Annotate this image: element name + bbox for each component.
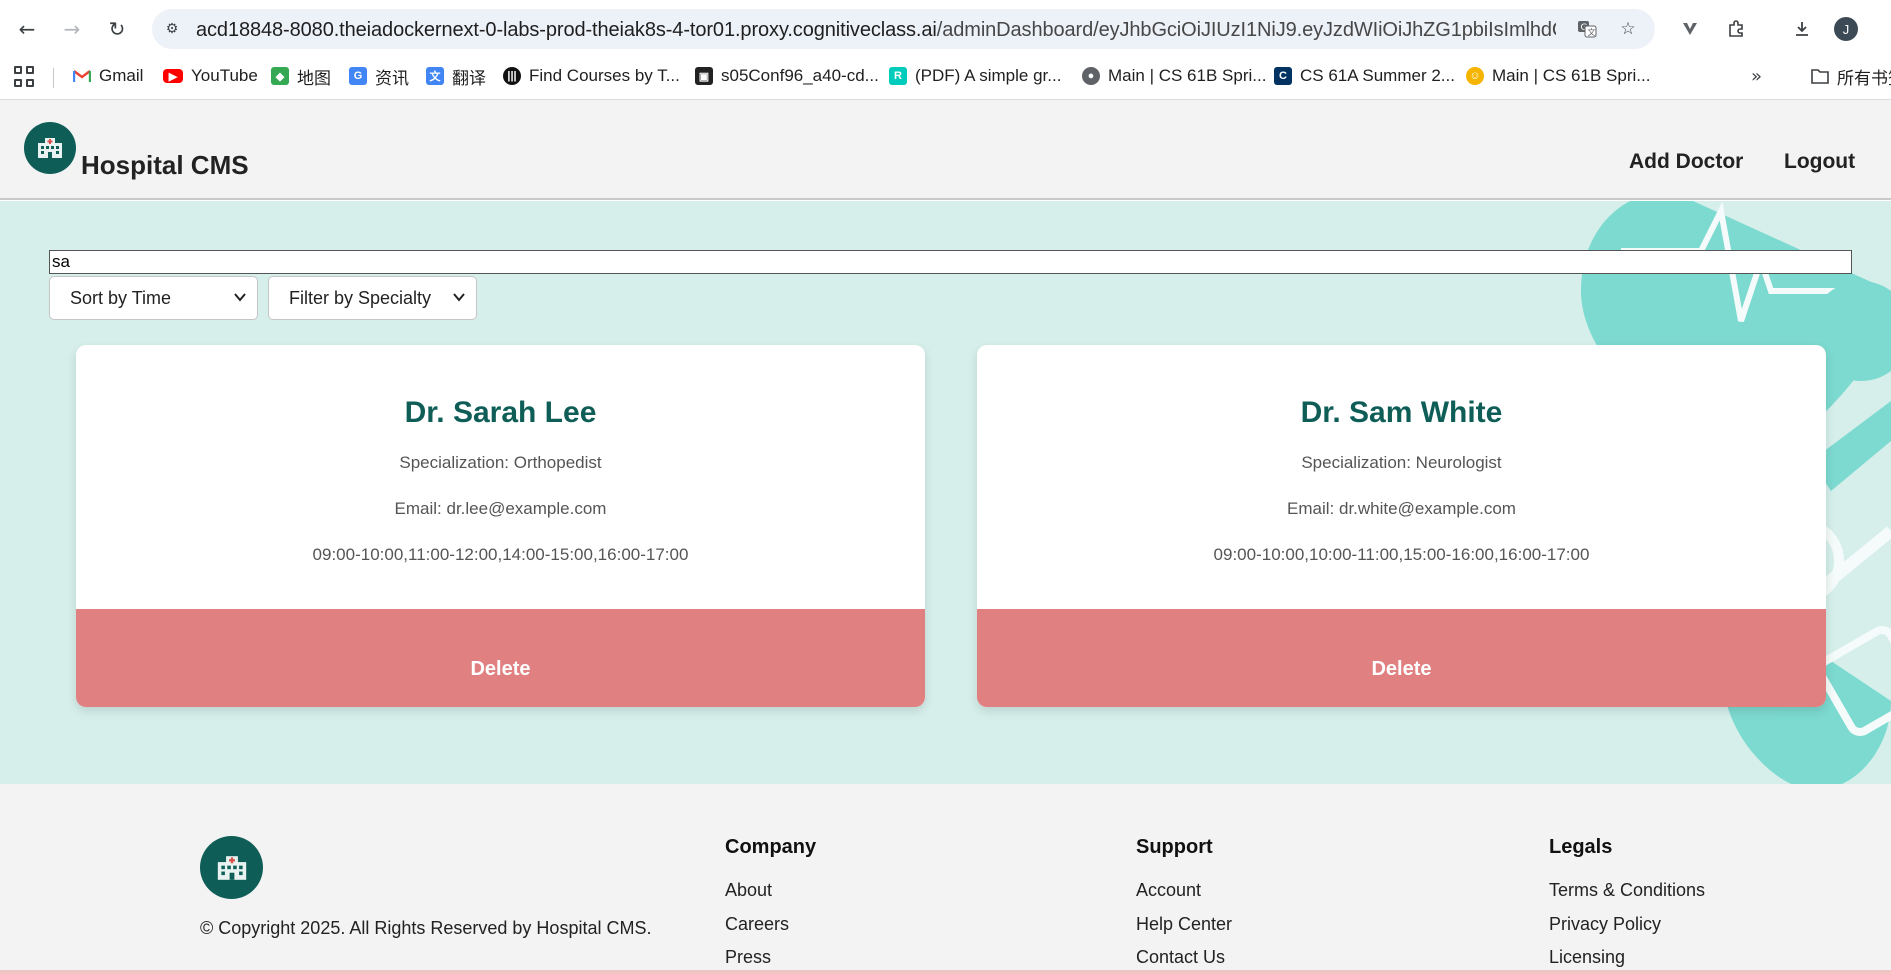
filter-select-label: Filter by Specialty — [289, 287, 432, 308]
delete-doctor-button[interactable]: Delete — [977, 609, 1826, 707]
page-bottom-edge — [0, 970, 1891, 974]
maps-icon: ◆ — [271, 67, 289, 85]
bookmark-label: 翻译 — [452, 68, 486, 88]
site-footer: © Copyright 2025. All Rights Reserved by… — [0, 784, 1891, 974]
footer-link-press[interactable]: Press — [725, 947, 771, 968]
bookmark-find-courses[interactable]: ||| Find Courses by T... — [503, 64, 680, 88]
courses-icon: ||| — [503, 67, 521, 85]
conf-icon: ▣ — [695, 67, 713, 85]
delete-doctor-button[interactable]: Delete — [76, 609, 925, 707]
bookmark-cs61b-2[interactable]: ☺ Main | CS 61B Spri... — [1466, 64, 1650, 88]
logout-link[interactable]: Logout — [1784, 150, 1855, 174]
bookmark-translate[interactable]: 文 翻译 — [426, 64, 486, 88]
specialty-filter-select[interactable]: Filter by Specialty — [268, 276, 477, 320]
translate-page-icon[interactable]: G文 — [1576, 18, 1598, 40]
footer-link-help-center[interactable]: Help Center — [1136, 914, 1232, 935]
footer-heading-company: Company — [725, 836, 817, 858]
doctor-name: Dr. Sam White — [1300, 396, 1503, 429]
download-icon[interactable] — [1788, 15, 1816, 43]
footer-link-terms[interactable]: Terms & Conditions — [1549, 880, 1705, 901]
footer-logo[interactable] — [200, 836, 263, 899]
sort-select-label: Sort by Time — [70, 287, 172, 308]
forward-icon[interactable]: → — [57, 14, 87, 44]
hospital-building-icon — [217, 855, 246, 880]
bookmark-label: 所有书签 — [1837, 68, 1891, 88]
back-icon[interactable]: ← — [12, 14, 42, 44]
bookmark-cs61b-1[interactable]: ● Main | CS 61B Spri... — [1082, 64, 1266, 88]
doctor-name: Dr. Sarah Lee — [404, 396, 597, 429]
hospital-building-icon — [38, 138, 62, 158]
doctor-specialization: Specialization: Neurologist — [1301, 453, 1502, 472]
reload-icon[interactable]: ↻ — [102, 14, 132, 44]
address-bar[interactable]: ⚙ acd18848-8080.theiadockernext-0-labs-p… — [152, 9, 1655, 49]
bookmark-label: Gmail — [99, 66, 144, 85]
bookmark-label: CS 61A Summer 2... — [1300, 66, 1455, 85]
bookmark-label: YouTube — [191, 66, 258, 85]
all-bookmarks-folder[interactable]: 所有书签 — [1811, 64, 1891, 88]
footer-link-account[interactable]: Account — [1136, 880, 1201, 901]
footer-heading-support: Support — [1136, 836, 1213, 858]
doctor-email: Email: dr.lee@example.com — [394, 499, 607, 518]
bookmark-news[interactable]: G 资讯 — [349, 64, 409, 88]
bookmark-youtube[interactable]: ▶ YouTube — [163, 64, 258, 88]
bookmark-label: 资讯 — [375, 68, 409, 88]
doctor-card: Dr. Sam White Specialization: Neurologis… — [977, 345, 1826, 707]
bookmark-label: 地图 — [297, 68, 331, 88]
bookmarks-divider — [53, 68, 54, 88]
cal-icon: C — [1274, 67, 1292, 85]
doctor-card: Dr. Sarah Lee Specialization: Orthopedis… — [76, 345, 925, 707]
chevron-down-icon — [453, 293, 465, 302]
add-doctor-link[interactable]: Add Doctor — [1629, 150, 1743, 174]
bookmark-pdf[interactable]: R (PDF) A simple gr... — [889, 64, 1061, 88]
sort-select[interactable]: Sort by Time — [49, 276, 258, 320]
footer-link-licensing[interactable]: Licensing — [1549, 947, 1625, 968]
bookmark-label: Find Courses by T... — [529, 66, 680, 85]
footer-heading-legals: Legals — [1549, 836, 1613, 858]
emoji-icon: ☺ — [1466, 67, 1484, 85]
search-input[interactable] — [49, 250, 1852, 274]
bookmark-label: Main | CS 61B Spri... — [1492, 66, 1651, 85]
more-bookmarks-icon[interactable]: » — [1751, 64, 1762, 88]
bookmark-star-icon[interactable]: ☆ — [1617, 18, 1639, 40]
profile-avatar[interactable]: J — [1834, 17, 1858, 41]
doctor-specialization: Specialization: Orthopedist — [399, 453, 602, 472]
profile-initial: J — [1842, 21, 1850, 37]
news-icon: G — [349, 67, 367, 85]
hospital-logo[interactable] — [24, 122, 76, 174]
extensions-puzzle-icon[interactable] — [1722, 15, 1750, 43]
bookmark-gmail[interactable]: Gmail — [73, 64, 143, 88]
footer-link-privacy[interactable]: Privacy Policy — [1549, 914, 1661, 935]
bookmark-cs61a[interactable]: C CS 61A Summer 2... — [1274, 64, 1455, 88]
brand-title: Hospital CMS — [81, 150, 249, 180]
site-header: Hospital CMS Add Doctor Logout — [0, 100, 1891, 200]
doctor-time-slots: 09:00-10:00,11:00-12:00,14:00-15:00,16:0… — [312, 545, 689, 564]
url-text[interactable]: acd18848-8080.theiadockernext-0-labs-pro… — [196, 19, 1556, 41]
folder-icon — [1811, 67, 1829, 85]
footer-link-careers[interactable]: Careers — [725, 914, 789, 935]
site-info-icon[interactable]: ⚙ — [162, 19, 182, 39]
apps-grid-icon[interactable] — [14, 66, 36, 88]
extension-v-icon[interactable] — [1676, 15, 1704, 43]
footer-link-about[interactable]: About — [725, 880, 772, 901]
bookmark-label: Main | CS 61B Spri... — [1108, 66, 1267, 85]
browser-toolbar: ← → ↻ ⚙ acd18848-8080.theiadockernext-0-… — [0, 0, 1891, 58]
footer-link-contact-us[interactable]: Contact Us — [1136, 947, 1225, 968]
translate-icon: 文 — [426, 67, 444, 85]
youtube-icon: ▶ — [163, 69, 183, 83]
researchgate-icon: R — [889, 67, 907, 85]
copyright-text: © Copyright 2025. All Rights Reserved by… — [200, 918, 652, 938]
bookmark-s05conf[interactable]: ▣ s05Conf96_a40-cd... — [695, 64, 879, 88]
doctor-time-slots: 09:00-10:00,10:00-11:00,15:00-16:00,16:0… — [1213, 545, 1590, 564]
bookmark-maps[interactable]: ◆ 地图 — [271, 64, 331, 88]
bookmark-label: (PDF) A simple gr... — [915, 66, 1062, 85]
svg-text:文: 文 — [1588, 27, 1596, 37]
doctor-email: Email: dr.white@example.com — [1287, 499, 1516, 518]
page-content: Hospital CMS Add Doctor Logout Sort by T… — [0, 100, 1891, 974]
chevron-down-icon — [234, 293, 246, 302]
globe-icon: ● — [1082, 67, 1100, 85]
bookmark-label: s05Conf96_a40-cd... — [721, 66, 879, 85]
gmail-icon — [73, 67, 91, 85]
